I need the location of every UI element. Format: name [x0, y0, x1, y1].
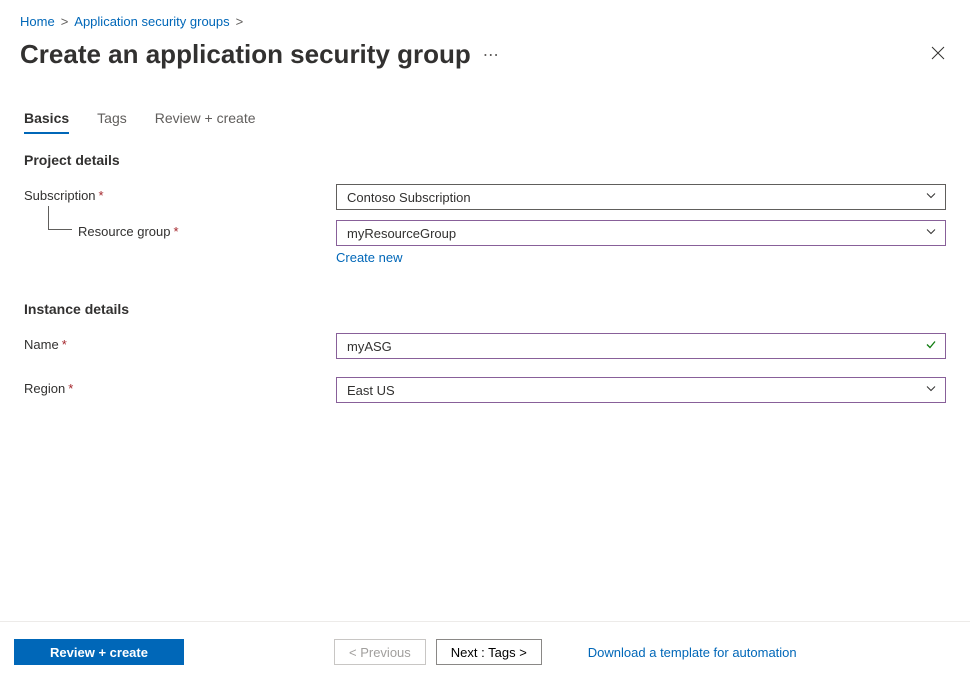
tab-review-create[interactable]: Review + create — [155, 110, 256, 134]
row-name: Name * myASG — [24, 333, 946, 359]
chevron-down-icon — [925, 383, 937, 398]
title-bar: Create an application security group ⋯ — [0, 29, 970, 70]
section-instance-details: Instance details — [24, 301, 946, 317]
row-subscription: Subscription * Contoso Subscription — [24, 184, 946, 210]
previous-button: < Previous — [334, 639, 426, 665]
name-input[interactable]: myASG — [336, 333, 946, 359]
close-icon[interactable] — [926, 41, 950, 68]
breadcrumb-home[interactable]: Home — [20, 14, 55, 29]
required-indicator: * — [174, 224, 179, 239]
breadcrumb-separator: > — [61, 14, 69, 29]
subscription-value: Contoso Subscription — [347, 190, 471, 205]
tab-basics[interactable]: Basics — [24, 110, 69, 134]
label-region: Region * — [24, 377, 336, 396]
region-select[interactable]: East US — [336, 377, 946, 403]
check-icon — [925, 339, 937, 354]
label-resource-group-text: Resource group — [78, 224, 171, 239]
chevron-down-icon — [925, 190, 937, 205]
label-name: Name * — [24, 333, 336, 352]
row-resource-group: Resource group * myResourceGroup Create … — [24, 220, 946, 265]
subscription-select[interactable]: Contoso Subscription — [336, 184, 946, 210]
label-name-text: Name — [24, 337, 59, 352]
download-template-link[interactable]: Download a template for automation — [588, 645, 797, 660]
review-create-button[interactable]: Review + create — [14, 639, 184, 665]
label-region-text: Region — [24, 381, 65, 396]
row-region: Region * East US — [24, 377, 946, 403]
section-project-details: Project details — [24, 152, 946, 168]
chevron-down-icon — [925, 226, 937, 241]
tabs: Basics Tags Review + create — [0, 70, 970, 134]
form-content: Project details Subscription * Contoso S… — [0, 134, 970, 403]
next-button[interactable]: Next : Tags > — [436, 639, 542, 665]
region-value: East US — [347, 383, 395, 398]
tree-connector-icon — [48, 206, 72, 230]
tab-tags[interactable]: Tags — [97, 110, 127, 134]
required-indicator: * — [68, 381, 73, 396]
resource-group-select[interactable]: myResourceGroup — [336, 220, 946, 246]
breadcrumb: Home > Application security groups > — [0, 0, 970, 29]
name-value: myASG — [347, 339, 392, 354]
create-new-link[interactable]: Create new — [336, 250, 402, 265]
label-subscription-text: Subscription — [24, 188, 96, 203]
breadcrumb-parent[interactable]: Application security groups — [74, 14, 229, 29]
resource-group-value: myResourceGroup — [347, 226, 456, 241]
breadcrumb-separator: > — [236, 14, 244, 29]
required-indicator: * — [62, 337, 67, 352]
required-indicator: * — [99, 188, 104, 203]
footer: Review + create < Previous Next : Tags >… — [0, 622, 970, 682]
label-resource-group: Resource group * — [24, 220, 336, 239]
more-menu-icon[interactable]: ⋯ — [483, 45, 501, 65]
page-title: Create an application security group — [20, 39, 471, 70]
label-subscription: Subscription * — [24, 184, 336, 203]
